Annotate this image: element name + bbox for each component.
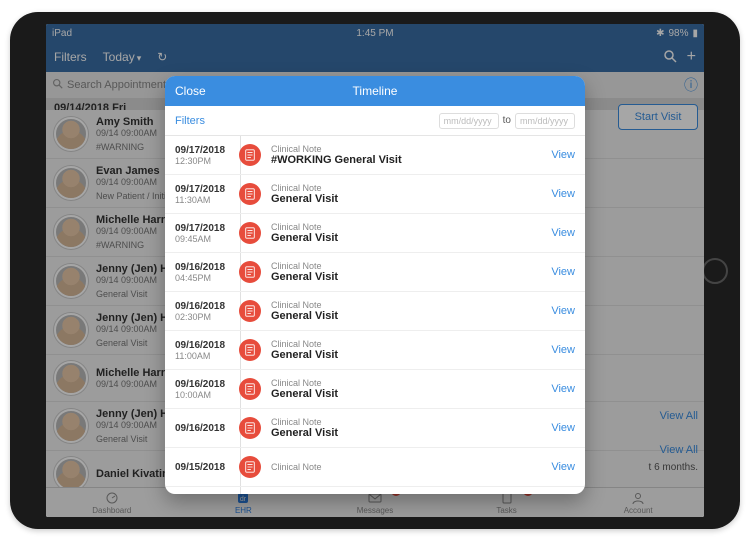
entry-time: 09:45AM — [175, 234, 233, 244]
view-link[interactable]: View — [551, 344, 575, 356]
date-range: mm/dd/yyyy to mm/dd/yyyy — [439, 113, 575, 129]
timeline-row[interactable]: 09/17/201812:30PM Clinical Note#WORKING G… — [165, 136, 585, 175]
clinical-note-icon — [239, 339, 261, 361]
clinical-note-icon — [239, 222, 261, 244]
close-button[interactable]: Close — [175, 84, 206, 98]
modal-header: Close Timeline — [165, 76, 585, 106]
timeline-row[interactable]: 09/17/201809:45AM Clinical NoteGeneral Vi… — [165, 214, 585, 253]
view-link[interactable]: View — [551, 227, 575, 239]
view-link[interactable]: View — [551, 461, 575, 473]
timeline-row[interactable]: 09/16/2018 Clinical NoteGeneral VisitView — [165, 409, 585, 448]
clinical-note-icon — [239, 144, 261, 166]
modal-title: Timeline — [353, 84, 398, 98]
view-link[interactable]: View — [551, 422, 575, 434]
ipad-frame: iPad 1:45 PM ✱ 98% ▮ Filters Today▾ ↻ + — [10, 12, 740, 529]
timeline-row[interactable]: 09/16/201804:45PM Clinical NoteGeneral Vi… — [165, 253, 585, 292]
timeline-row[interactable]: 09/15/2018 Clinical NoteView — [165, 448, 585, 487]
entry-date: 09/15/2018 — [175, 462, 233, 473]
timeline-row[interactable]: 09/17/201811:30AM Clinical NoteGeneral Vi… — [165, 175, 585, 214]
entry-type: Clinical Note — [271, 339, 551, 349]
entry-date: 09/17/2018 — [175, 223, 233, 234]
filters-button[interactable]: Filters — [175, 115, 205, 127]
entry-type: Clinical Note — [271, 222, 551, 232]
clinical-note-icon — [239, 183, 261, 205]
entry-date: 09/16/2018 — [175, 340, 233, 351]
clinical-note-icon — [239, 456, 261, 478]
view-link[interactable]: View — [551, 305, 575, 317]
entry-date: 09/17/2018 — [175, 184, 233, 195]
entry-title: General Visit — [271, 349, 551, 361]
modal-filter-row: Filters mm/dd/yyyy to mm/dd/yyyy — [165, 106, 585, 136]
entry-type: Clinical Note — [271, 183, 551, 193]
entry-title: General Visit — [271, 232, 551, 244]
entry-time: 02:30PM — [175, 312, 233, 322]
entry-time: 10:00AM — [175, 390, 233, 400]
entry-title: General Visit — [271, 271, 551, 283]
entry-type: Clinical Note — [271, 417, 551, 427]
timeline-row[interactable]: 09/16/201810:00AM Clinical NoteGeneral Vi… — [165, 370, 585, 409]
timeline-row[interactable]: 09/16/201802:30PM Clinical NoteGeneral Vi… — [165, 292, 585, 331]
timeline-modal: Close Timeline Filters mm/dd/yyyy to mm/… — [165, 76, 585, 494]
entry-type: Clinical Note — [271, 462, 551, 472]
view-link[interactable]: View — [551, 149, 575, 161]
entry-date: 09/16/2018 — [175, 379, 233, 390]
entry-title: General Visit — [271, 193, 551, 205]
entry-time: 11:30AM — [175, 195, 233, 205]
view-link[interactable]: View — [551, 188, 575, 200]
entry-date: 09/16/2018 — [175, 301, 233, 312]
date-from-input[interactable]: mm/dd/yyyy — [439, 113, 499, 129]
entry-date: 09/16/2018 — [175, 423, 233, 434]
clinical-note-icon — [239, 300, 261, 322]
entry-title: General Visit — [271, 310, 551, 322]
timeline-row[interactable]: 09/16/201811:00AM Clinical NoteGeneral Vi… — [165, 331, 585, 370]
entry-title: General Visit — [271, 427, 551, 439]
entry-time: 04:45PM — [175, 273, 233, 283]
entry-type: Clinical Note — [271, 300, 551, 310]
clinical-note-icon — [239, 417, 261, 439]
entry-date: 09/16/2018 — [175, 262, 233, 273]
entry-date: 09/17/2018 — [175, 145, 233, 156]
view-link[interactable]: View — [551, 383, 575, 395]
entry-title: General Visit — [271, 388, 551, 400]
to-label: to — [503, 115, 511, 126]
entry-time: 12:30PM — [175, 156, 233, 166]
clinical-note-icon — [239, 378, 261, 400]
view-link[interactable]: View — [551, 266, 575, 278]
entry-type: Clinical Note — [271, 144, 551, 154]
date-to-input[interactable]: mm/dd/yyyy — [515, 113, 575, 129]
clinical-note-icon — [239, 261, 261, 283]
screen: iPad 1:45 PM ✱ 98% ▮ Filters Today▾ ↻ + — [46, 24, 704, 517]
home-button[interactable] — [702, 258, 728, 284]
timeline-list[interactable]: 09/17/201812:30PMClinical Note#WORKING G… — [165, 136, 585, 494]
entry-title: #WORKING General Visit — [271, 154, 551, 166]
entry-time: 11:00AM — [175, 351, 233, 361]
entry-type: Clinical Note — [271, 261, 551, 271]
entry-type: Clinical Note — [271, 378, 551, 388]
